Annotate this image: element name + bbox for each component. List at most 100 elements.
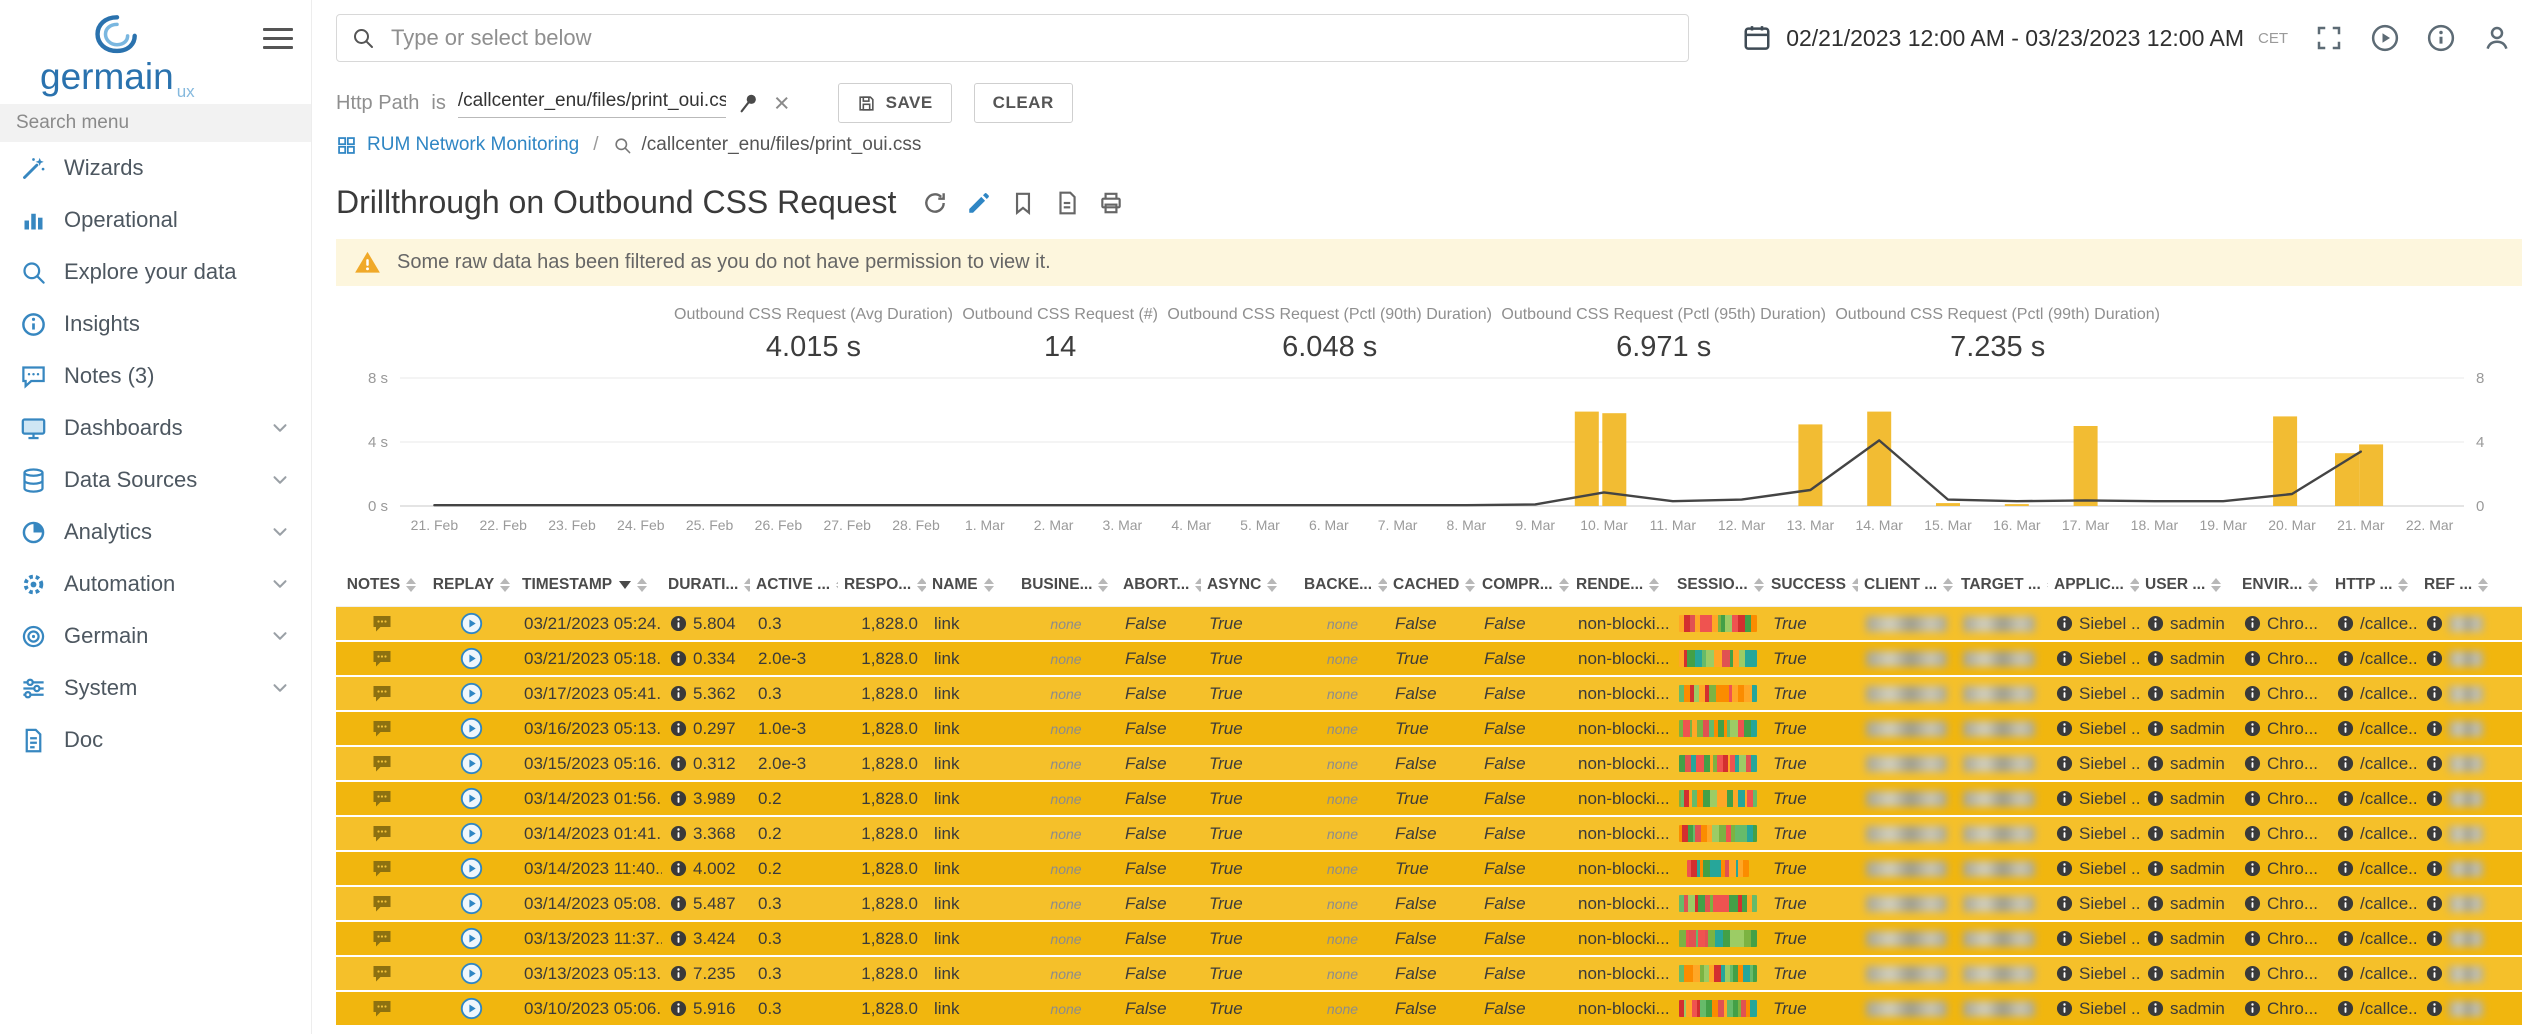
info-icon[interactable]	[2337, 615, 2354, 632]
info-icon[interactable]	[2244, 755, 2261, 772]
info-icon[interactable]	[2244, 650, 2261, 667]
menu-toggle-button[interactable]	[263, 12, 293, 55]
sidebar-item-germain[interactable]: Germain	[0, 610, 311, 662]
session-timeline[interactable]	[1679, 720, 1757, 737]
info-icon[interactable]	[2244, 1000, 2261, 1017]
sidebar-item-dashboards[interactable]: Dashboards	[0, 402, 311, 454]
notes-icon[interactable]	[371, 613, 393, 635]
info-icon[interactable]	[2244, 720, 2261, 737]
column-header-async[interactable]: ASYNC	[1201, 576, 1298, 594]
info-icon[interactable]	[670, 790, 687, 807]
sidebar-item-notes-3[interactable]: Notes (3)	[0, 350, 311, 402]
info-icon[interactable]	[2147, 930, 2164, 947]
info-icon[interactable]	[2337, 930, 2354, 947]
session-timeline[interactable]	[1679, 615, 1757, 632]
info-icon[interactable]	[2056, 825, 2073, 842]
info-icon[interactable]	[2147, 615, 2164, 632]
info-icon[interactable]	[2337, 860, 2354, 877]
edit-icon[interactable]	[966, 190, 992, 216]
info-icon[interactable]	[2056, 930, 2073, 947]
sidebar-item-explore-your-data[interactable]: Explore your data	[0, 246, 311, 298]
sidebar-item-insights[interactable]: Insights	[0, 298, 311, 350]
info-icon[interactable]	[2337, 650, 2354, 667]
info-icon[interactable]	[2426, 685, 2443, 702]
info-icon[interactable]	[2147, 685, 2164, 702]
table-row[interactable]: 03/14/2023 05:08...5.4870.31,828.0linkno…	[336, 887, 2522, 922]
info-icon[interactable]	[2056, 790, 2073, 807]
refresh-icon[interactable]	[922, 190, 948, 216]
info-icon[interactable]	[670, 650, 687, 667]
user-account-icon[interactable]	[2482, 23, 2512, 53]
session-timeline[interactable]	[1679, 755, 1757, 772]
table-row[interactable]: 03/17/2023 05:41...5.3620.31,828.0linkno…	[336, 677, 2522, 712]
sidebar-item-data-sources[interactable]: Data Sources	[0, 454, 311, 506]
table-row[interactable]: 03/13/2023 05:13...7.2350.31,828.0linkno…	[336, 957, 2522, 992]
table-row[interactable]: 03/10/2023 05:06...5.9160.31,828.0linkno…	[336, 992, 2522, 1027]
replay-button[interactable]	[460, 647, 483, 670]
info-icon[interactable]	[2337, 755, 2354, 772]
table-row[interactable]: 03/21/2023 05:18...0.3342.0e-31,828.0lin…	[336, 642, 2522, 677]
fullscreen-icon[interactable]	[2314, 23, 2344, 53]
replay-button[interactable]	[460, 822, 483, 845]
info-icon[interactable]	[670, 1000, 687, 1017]
info-icon[interactable]	[2244, 930, 2261, 947]
table-row[interactable]: 03/16/2023 05:13...0.2971.0e-31,828.0lin…	[336, 712, 2522, 747]
replay-button[interactable]	[460, 682, 483, 705]
info-icon[interactable]	[2337, 720, 2354, 737]
replay-button[interactable]	[460, 612, 483, 635]
column-header-target[interactable]: TARGET ...	[1955, 576, 2048, 594]
table-row[interactable]: 03/14/2023 01:41...3.3680.21,828.0linkno…	[336, 817, 2522, 852]
info-icon[interactable]	[670, 825, 687, 842]
table-row[interactable]: 03/14/2023 01:56...3.9890.21,828.0linkno…	[336, 782, 2522, 817]
info-icon[interactable]	[2056, 755, 2073, 772]
column-header-success[interactable]: SUCCESS	[1765, 576, 1858, 594]
replay-button[interactable]	[460, 927, 483, 950]
sidebar-item-operational[interactable]: Operational	[0, 194, 311, 246]
info-icon[interactable]	[2337, 1000, 2354, 1017]
column-header-ref[interactable]: REF ...	[2418, 576, 2507, 594]
info-icon[interactable]	[2337, 965, 2354, 982]
play-icon[interactable]	[2370, 23, 2400, 53]
info-icon[interactable]	[2426, 860, 2443, 877]
info-icon[interactable]	[2426, 895, 2443, 912]
column-header-environment[interactable]: ENVIR...	[2236, 576, 2329, 594]
info-icon[interactable]	[2056, 615, 2073, 632]
info-icon[interactable]	[2337, 895, 2354, 912]
column-header-active[interactable]: ACTIVE ...	[750, 576, 838, 594]
column-header-cached[interactable]: CACHED	[1387, 576, 1476, 594]
info-icon[interactable]	[2244, 615, 2261, 632]
info-icon[interactable]	[2426, 720, 2443, 737]
column-header-duration[interactable]: DURATI...	[662, 576, 750, 594]
column-header-business[interactable]: BUSINE...	[1015, 576, 1117, 594]
info-icon[interactable]	[670, 685, 687, 702]
table-row[interactable]: 03/21/2023 05:24...5.8040.31,828.0linkno…	[336, 607, 2522, 642]
info-icon[interactable]	[2056, 965, 2073, 982]
info-icon[interactable]	[2147, 825, 2164, 842]
sidebar-item-doc[interactable]: Doc	[0, 714, 311, 766]
session-timeline[interactable]	[1679, 825, 1757, 842]
column-header-application[interactable]: APPLIC...	[2048, 576, 2139, 594]
session-timeline[interactable]	[1679, 1000, 1757, 1017]
info-icon[interactable]	[670, 755, 687, 772]
column-header-backend[interactable]: BACKE...	[1298, 576, 1387, 594]
info-icon[interactable]	[2426, 930, 2443, 947]
replay-button[interactable]	[460, 717, 483, 740]
replay-button[interactable]	[460, 752, 483, 775]
session-timeline[interactable]	[1679, 895, 1757, 912]
replay-button[interactable]	[460, 997, 483, 1020]
info-icon[interactable]	[2056, 650, 2073, 667]
info-icon[interactable]	[670, 860, 687, 877]
column-header-timestamp[interactable]: TIMESTAMP	[516, 576, 662, 594]
table-row[interactable]: 03/13/2023 11:37...3.4240.31,828.0linkno…	[336, 922, 2522, 957]
info-icon[interactable]	[2244, 895, 2261, 912]
info-icon[interactable]	[2337, 825, 2354, 842]
info-icon[interactable]	[2147, 755, 2164, 772]
date-range-picker[interactable]: 02/21/2023 12:00 AM - 03/23/2023 12:00 A…	[1742, 23, 2288, 53]
info-icon[interactable]	[2426, 825, 2443, 842]
info-icon[interactable]	[670, 965, 687, 982]
info-icon[interactable]	[2426, 790, 2443, 807]
notes-icon[interactable]	[371, 753, 393, 775]
info-icon[interactable]	[2244, 965, 2261, 982]
info-icon[interactable]	[2426, 650, 2443, 667]
notes-icon[interactable]	[371, 858, 393, 880]
